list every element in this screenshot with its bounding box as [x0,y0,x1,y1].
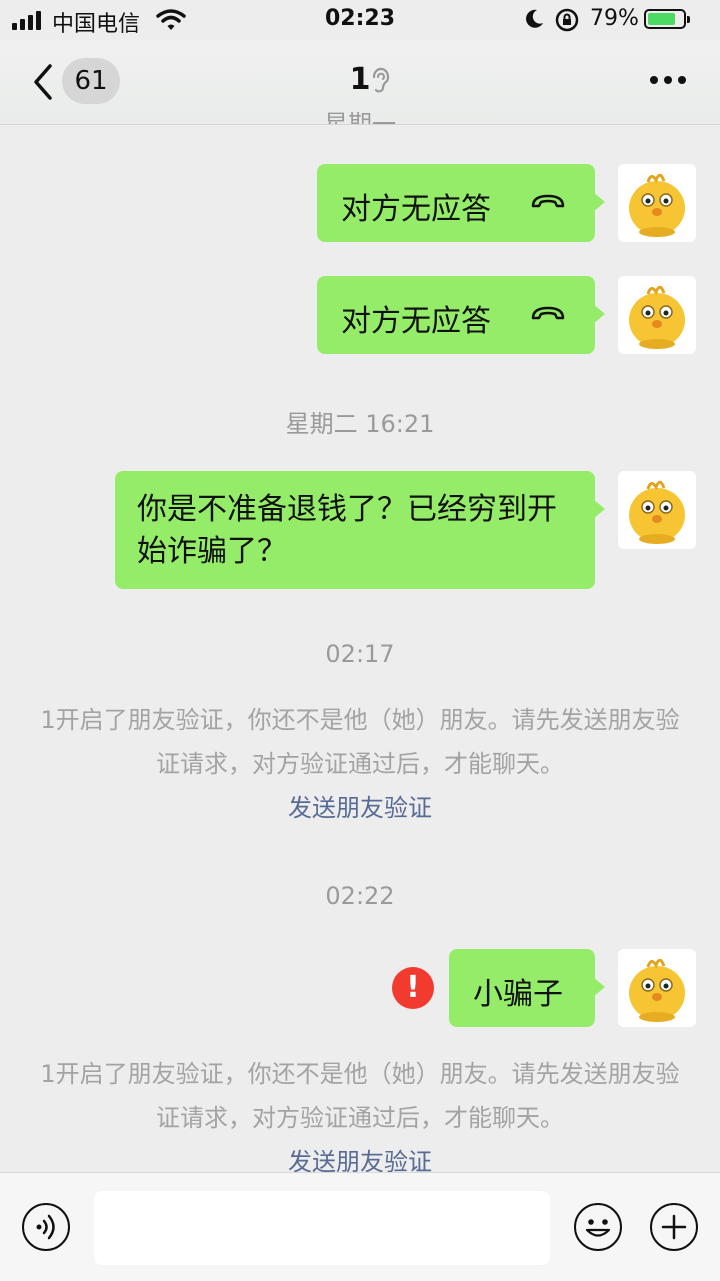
send-failed-icon[interactable]: ! [392,967,434,1009]
message-input[interactable] [94,1191,550,1265]
avatar-chick [629,958,685,1022]
system-notice-text: 1开启了朋友验证，你还不是他（她）朋友。请先发送朋友验证请求，对方验证通过后，才… [40,706,680,778]
more-icon[interactable] [650,76,686,86]
status-bar: 中国电信 02:23 79% [0,0,720,40]
timestamp: 02:17 [325,640,395,668]
timestamp: 02:22 [325,882,395,910]
avatar-chick [629,480,685,544]
avatar[interactable] [618,276,696,354]
system-notice: 1开启了朋友验证，你还不是他（她）朋友。请先发送朋友验证请求，对方验证通过后，才… [40,1052,680,1184]
voice-icon [36,1214,55,1240]
system-notice: 1开启了朋友验证，你还不是他（她）朋友。请先发送朋友验证请求，对方验证通过后，才… [40,698,680,830]
call-bubble[interactable]: 对方无应答 [317,276,605,354]
hangup-icon [531,194,565,208]
send-verification-link[interactable]: 发送朋友验证 [40,786,680,830]
chat-title: 1 [349,62,371,97]
plus-button[interactable] [650,1203,698,1251]
ear-icon [372,67,390,93]
timestamp: 星期二 16:21 [285,410,435,438]
input-bar [0,1172,720,1281]
battery-percent: 79% [590,6,639,31]
voice-button[interactable] [22,1203,70,1251]
emoji-icon [585,1219,611,1237]
call-bubble[interactable]: 对方无应答 [317,164,605,242]
plus-icon [661,1214,687,1240]
moon-icon [526,9,543,28]
call-status-text: 对方无应答 [341,304,491,339]
avatar[interactable] [618,471,696,549]
avatar[interactable] [618,949,696,1027]
message-bubble[interactable]: 小骗子 [449,949,605,1027]
avatar-chick [629,285,685,349]
call-status-text: 对方无应答 [341,192,491,227]
avatar-chick [629,173,685,237]
partial-timestamp: 星期一 [324,110,396,124]
system-notice-text: 1开启了朋友验证，你还不是他（她）朋友。请先发送朋友验证请求，对方验证通过后，才… [40,1060,680,1132]
message-text: 你是不准备退钱了？已经穷到开始诈骗了？ [137,492,557,569]
emoji-button[interactable] [574,1203,622,1251]
hangup-icon [531,306,565,320]
battery-icon [644,9,690,29]
message-text: 小骗子 [473,977,563,1012]
rotation-lock-icon [555,8,579,32]
avatar[interactable] [618,164,696,242]
message-bubble[interactable]: 你是不准备退钱了？已经穷到开始诈骗了？ [115,471,605,589]
